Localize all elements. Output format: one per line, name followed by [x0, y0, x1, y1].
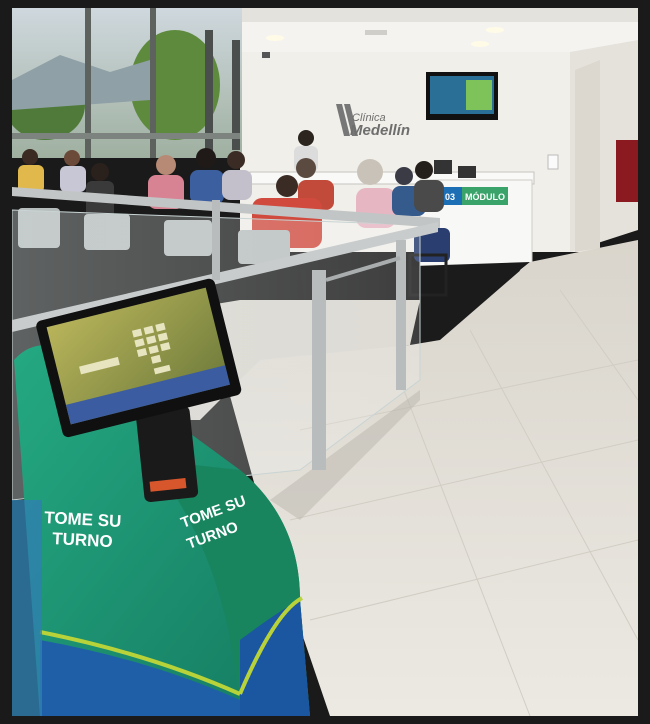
ceiling-light	[266, 35, 284, 41]
ceiling-light	[486, 27, 504, 33]
kiosk-front-text-line2: TURNO	[52, 529, 113, 551]
clinic-logo-line2: Medellín	[350, 122, 410, 139]
photo-border-left	[0, 0, 12, 724]
kiosk-left-panel	[12, 500, 42, 716]
security-camera	[262, 52, 270, 58]
monitor	[434, 160, 452, 174]
window-rail	[12, 133, 240, 139]
clinic-waiting-room-photo: Clínica Medellín 03 MÓDULO TOME SU TURNO…	[0, 0, 650, 724]
corridor-door	[616, 140, 638, 202]
railing-post	[396, 240, 406, 390]
corridor-pillar	[575, 60, 600, 252]
ceiling-light	[471, 41, 489, 47]
kiosk-front-text-line1: TOME SU	[44, 508, 122, 531]
tv-screen-panel	[466, 80, 492, 110]
ceiling-vent	[365, 30, 387, 35]
module-label: MÓDULO	[465, 191, 505, 202]
railing-post	[212, 200, 220, 280]
module-number: 03	[445, 192, 455, 202]
photo-border-right	[638, 0, 650, 724]
monitor	[458, 166, 476, 178]
wall-dispenser	[547, 154, 559, 170]
window-mullion	[205, 30, 213, 160]
photo-border-bottom	[0, 716, 650, 724]
railing-post	[312, 270, 326, 470]
